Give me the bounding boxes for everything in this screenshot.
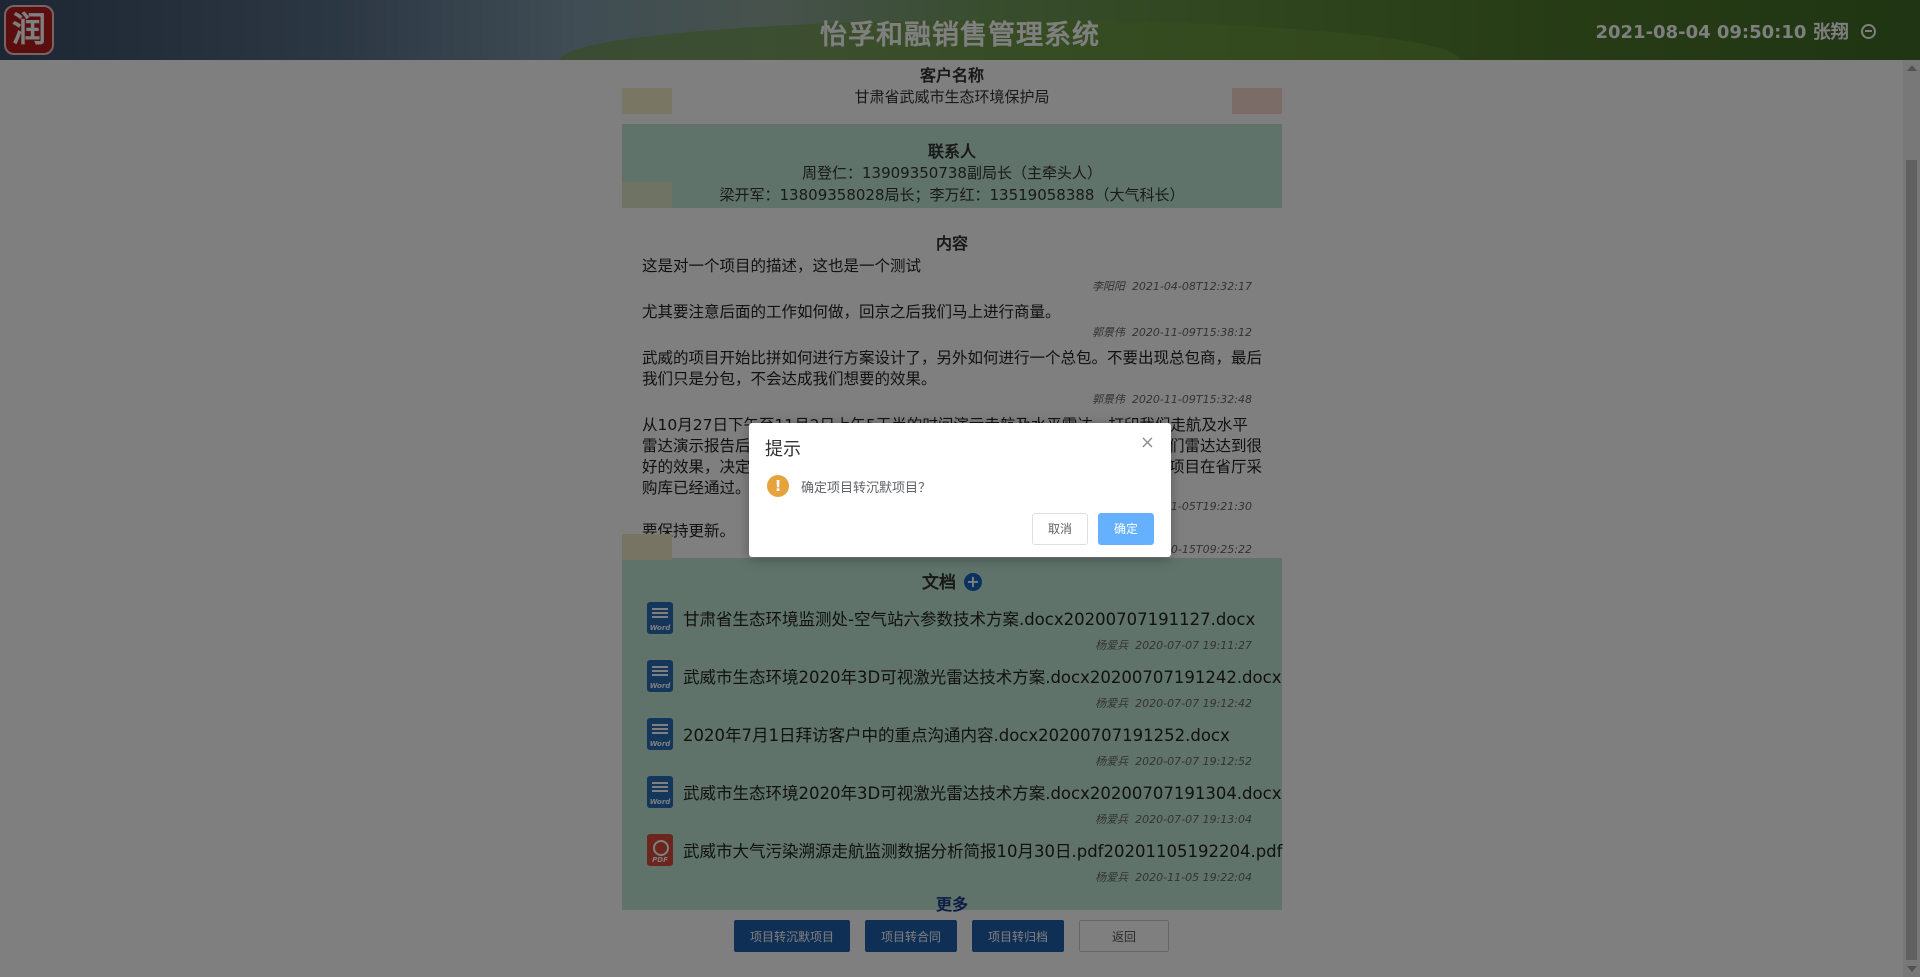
confirm-button[interactable]: 确定: [1098, 513, 1154, 545]
warning-icon: !: [767, 475, 789, 497]
cancel-button[interactable]: 取消: [1032, 513, 1088, 545]
confirm-dialog: 提示 × ! 确定项目转沉默项目？ 取消 确定: [749, 423, 1171, 557]
close-icon[interactable]: ×: [1140, 434, 1155, 452]
dialog-message: 确定项目转沉默项目？: [801, 481, 932, 496]
dialog-title: 提示: [765, 439, 801, 460]
